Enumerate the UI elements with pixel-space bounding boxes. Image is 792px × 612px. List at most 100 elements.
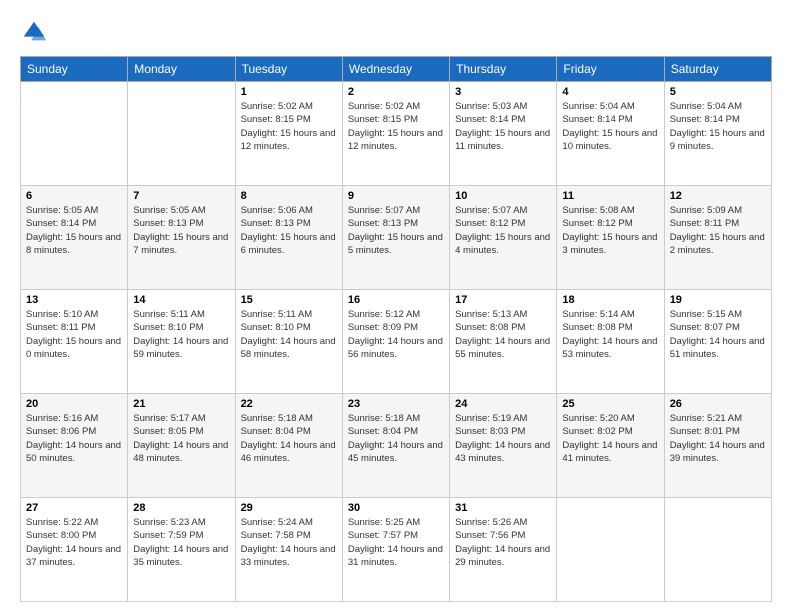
- day-info: Sunrise: 5:16 AM Sunset: 8:06 PM Dayligh…: [26, 412, 122, 465]
- day-number: 26: [670, 398, 766, 410]
- calendar-header-thursday: Thursday: [450, 57, 557, 82]
- day-info: Sunrise: 5:24 AM Sunset: 7:58 PM Dayligh…: [241, 516, 337, 569]
- day-number: 4: [562, 86, 658, 98]
- day-info: Sunrise: 5:15 AM Sunset: 8:07 PM Dayligh…: [670, 308, 766, 361]
- day-info: Sunrise: 5:23 AM Sunset: 7:59 PM Dayligh…: [133, 516, 229, 569]
- calendar-cell: 26 Sunrise: 5:21 AM Sunset: 8:01 PM Dayli…: [664, 394, 771, 498]
- logo-icon: [20, 18, 48, 46]
- calendar-week-4: 20 Sunrise: 5:16 AM Sunset: 8:06 PM Dayli…: [21, 394, 772, 498]
- day-info: Sunrise: 5:14 AM Sunset: 8:08 PM Dayligh…: [562, 308, 658, 361]
- day-number: 17: [455, 294, 551, 306]
- calendar-cell: 27Sunrise: 5:22 AM Sunset: 8:00 PM Dayli…: [21, 498, 128, 602]
- day-number: 28: [133, 502, 229, 514]
- day-info: Sunrise: 5:02 AM Sunset: 8:15 PM Dayligh…: [348, 100, 444, 153]
- calendar-cell: 15 Sunrise: 5:11 AM Sunset: 8:10 PM Dayli…: [235, 290, 342, 394]
- calendar-cell: 2 Sunrise: 5:02 AM Sunset: 8:15 PM Daylig…: [342, 82, 449, 186]
- day-number: 5: [670, 86, 766, 98]
- day-number: 22: [241, 398, 337, 410]
- day-info: Sunrise: 5:07 AM Sunset: 8:12 PM Dayligh…: [455, 204, 551, 257]
- calendar-cell: [664, 498, 771, 602]
- day-number: 31: [455, 502, 551, 514]
- calendar-cell: 17Sunrise: 5:13 AM Sunset: 8:08 PM Dayli…: [450, 290, 557, 394]
- day-number: 14: [133, 294, 229, 306]
- calendar-week-2: 6 Sunrise: 5:05 AM Sunset: 8:14 PM Daylig…: [21, 186, 772, 290]
- day-info: Sunrise: 5:25 AM Sunset: 7:57 PM Dayligh…: [348, 516, 444, 569]
- day-number: 13: [26, 294, 122, 306]
- calendar-cell: 25Sunrise: 5:20 AM Sunset: 8:02 PM Dayli…: [557, 394, 664, 498]
- calendar-cell: 24 Sunrise: 5:19 AM Sunset: 8:03 PM Dayli…: [450, 394, 557, 498]
- calendar-header-tuesday: Tuesday: [235, 57, 342, 82]
- day-number: 12: [670, 190, 766, 202]
- day-number: 9: [348, 190, 444, 202]
- calendar-cell: 21 Sunrise: 5:17 AM Sunset: 8:05 PM Dayli…: [128, 394, 235, 498]
- day-number: 20: [26, 398, 122, 410]
- day-number: 24: [455, 398, 551, 410]
- calendar-week-1: 1 Sunrise: 5:02 AM Sunset: 8:15 PM Daylig…: [21, 82, 772, 186]
- header: [20, 18, 772, 46]
- calendar-cell: [128, 82, 235, 186]
- day-number: 25: [562, 398, 658, 410]
- calendar-cell: 5 Sunrise: 5:04 AM Sunset: 8:14 PM Daylig…: [664, 82, 771, 186]
- calendar-cell: 9 Sunrise: 5:07 AM Sunset: 8:13 PM Daylig…: [342, 186, 449, 290]
- calendar-header-saturday: Saturday: [664, 57, 771, 82]
- calendar-cell: 18 Sunrise: 5:14 AM Sunset: 8:08 PM Dayli…: [557, 290, 664, 394]
- day-number: 6: [26, 190, 122, 202]
- calendar-cell: 31 Sunrise: 5:26 AM Sunset: 7:56 PM Dayli…: [450, 498, 557, 602]
- day-info: Sunrise: 5:11 AM Sunset: 8:10 PM Dayligh…: [241, 308, 337, 361]
- calendar-cell: 12 Sunrise: 5:09 AM Sunset: 8:11 PM Dayli…: [664, 186, 771, 290]
- day-info: Sunrise: 5:04 AM Sunset: 8:14 PM Dayligh…: [670, 100, 766, 153]
- day-number: 21: [133, 398, 229, 410]
- calendar-cell: 4 Sunrise: 5:04 AM Sunset: 8:14 PM Daylig…: [557, 82, 664, 186]
- day-info: Sunrise: 5:04 AM Sunset: 8:14 PM Dayligh…: [562, 100, 658, 153]
- calendar-cell: [21, 82, 128, 186]
- logo: [20, 18, 50, 46]
- day-number: 19: [670, 294, 766, 306]
- calendar-header-monday: Monday: [128, 57, 235, 82]
- calendar-header-wednesday: Wednesday: [342, 57, 449, 82]
- calendar-cell: 11Sunrise: 5:08 AM Sunset: 8:12 PM Dayli…: [557, 186, 664, 290]
- day-info: Sunrise: 5:18 AM Sunset: 8:04 PM Dayligh…: [348, 412, 444, 465]
- day-info: Sunrise: 5:09 AM Sunset: 8:11 PM Dayligh…: [670, 204, 766, 257]
- day-info: Sunrise: 5:02 AM Sunset: 8:15 PM Dayligh…: [241, 100, 337, 153]
- day-info: Sunrise: 5:26 AM Sunset: 7:56 PM Dayligh…: [455, 516, 551, 569]
- calendar-cell: 16Sunrise: 5:12 AM Sunset: 8:09 PM Dayli…: [342, 290, 449, 394]
- page: SundayMondayTuesdayWednesdayThursdayFrid…: [0, 0, 792, 612]
- day-info: Sunrise: 5:05 AM Sunset: 8:13 PM Dayligh…: [133, 204, 229, 257]
- day-info: Sunrise: 5:18 AM Sunset: 8:04 PM Dayligh…: [241, 412, 337, 465]
- calendar-header-sunday: Sunday: [21, 57, 128, 82]
- calendar-cell: 23 Sunrise: 5:18 AM Sunset: 8:04 PM Dayli…: [342, 394, 449, 498]
- day-info: Sunrise: 5:21 AM Sunset: 8:01 PM Dayligh…: [670, 412, 766, 465]
- day-number: 15: [241, 294, 337, 306]
- calendar-cell: 22 Sunrise: 5:18 AM Sunset: 8:04 PM Dayli…: [235, 394, 342, 498]
- day-number: 18: [562, 294, 658, 306]
- day-info: Sunrise: 5:07 AM Sunset: 8:13 PM Dayligh…: [348, 204, 444, 257]
- day-info: Sunrise: 5:22 AM Sunset: 8:00 PM Dayligh…: [26, 516, 122, 569]
- calendar-cell: 28 Sunrise: 5:23 AM Sunset: 7:59 PM Dayli…: [128, 498, 235, 602]
- calendar-week-5: 27Sunrise: 5:22 AM Sunset: 8:00 PM Dayli…: [21, 498, 772, 602]
- calendar-cell: 1 Sunrise: 5:02 AM Sunset: 8:15 PM Daylig…: [235, 82, 342, 186]
- day-number: 30: [348, 502, 444, 514]
- day-info: Sunrise: 5:03 AM Sunset: 8:14 PM Dayligh…: [455, 100, 551, 153]
- day-number: 16: [348, 294, 444, 306]
- calendar-cell: 20 Sunrise: 5:16 AM Sunset: 8:06 PM Dayli…: [21, 394, 128, 498]
- day-number: 29: [241, 502, 337, 514]
- day-number: 3: [455, 86, 551, 98]
- calendar-cell: 8Sunrise: 5:06 AM Sunset: 8:13 PM Daylig…: [235, 186, 342, 290]
- calendar-header-friday: Friday: [557, 57, 664, 82]
- calendar-cell: [557, 498, 664, 602]
- day-number: 10: [455, 190, 551, 202]
- calendar-cell: 13Sunrise: 5:10 AM Sunset: 8:11 PM Dayli…: [21, 290, 128, 394]
- day-number: 2: [348, 86, 444, 98]
- calendar-cell: 6 Sunrise: 5:05 AM Sunset: 8:14 PM Daylig…: [21, 186, 128, 290]
- calendar-cell: 3 Sunrise: 5:03 AM Sunset: 8:14 PM Daylig…: [450, 82, 557, 186]
- calendar-cell: 10 Sunrise: 5:07 AM Sunset: 8:12 PM Dayli…: [450, 186, 557, 290]
- calendar-cell: 14Sunrise: 5:11 AM Sunset: 8:10 PM Dayli…: [128, 290, 235, 394]
- day-info: Sunrise: 5:05 AM Sunset: 8:14 PM Dayligh…: [26, 204, 122, 257]
- day-number: 1: [241, 86, 337, 98]
- day-number: 11: [562, 190, 658, 202]
- calendar-week-3: 13Sunrise: 5:10 AM Sunset: 8:11 PM Dayli…: [21, 290, 772, 394]
- day-info: Sunrise: 5:19 AM Sunset: 8:03 PM Dayligh…: [455, 412, 551, 465]
- day-number: 23: [348, 398, 444, 410]
- day-info: Sunrise: 5:17 AM Sunset: 8:05 PM Dayligh…: [133, 412, 229, 465]
- calendar-cell: 30 Sunrise: 5:25 AM Sunset: 7:57 PM Dayli…: [342, 498, 449, 602]
